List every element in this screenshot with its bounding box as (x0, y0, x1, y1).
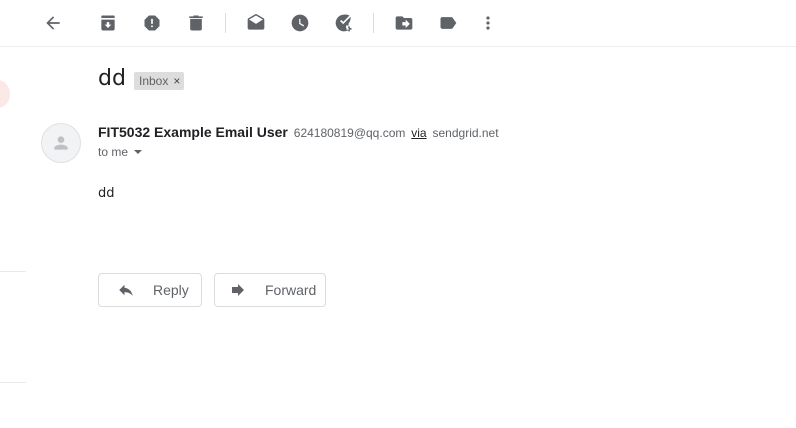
sender-email: 624180819@qq.com (293, 126, 406, 140)
archive-icon (101, 15, 115, 31)
recipient-details-toggle[interactable]: to me (98, 145, 143, 159)
email-subject: dd (98, 66, 126, 91)
toolbar-divider (225, 13, 226, 33)
forward-button[interactable]: Forward (214, 273, 326, 307)
back-button[interactable] (36, 6, 70, 40)
snooze-button[interactable] (283, 6, 317, 40)
left-panel-divider (0, 382, 26, 383)
report-spam-icon (144, 15, 160, 31)
reply-icon (119, 284, 133, 296)
move-to-icon (395, 16, 413, 30)
add-to-tasks-icon (335, 14, 352, 32)
person-icon (54, 136, 68, 150)
label-chip-text: Inbox (139, 74, 169, 88)
left-panel-divider (0, 271, 26, 272)
inbox-label-chip[interactable]: Inbox × (134, 72, 185, 90)
toolbar-divider (373, 13, 374, 33)
delete-icon (189, 15, 203, 31)
reply-label: Reply (153, 282, 189, 298)
via-link[interactable]: via (411, 126, 426, 140)
move-to-button[interactable] (387, 6, 421, 40)
via-domain: sendgrid.net (432, 126, 499, 140)
caret-down-icon (134, 150, 143, 154)
archive-button[interactable] (91, 6, 125, 40)
email-toolbar (0, 0, 796, 47)
mark-unread-icon (247, 13, 265, 30)
more-options-button[interactable] (471, 6, 505, 40)
sender-line: FIT5032 Example Email User 624180819@qq.… (98, 124, 499, 140)
report-spam-button[interactable] (135, 6, 169, 40)
forward-label: Forward (265, 282, 317, 298)
left-panel-edge (0, 80, 10, 108)
forward-icon (232, 284, 244, 296)
remove-label-icon[interactable]: × (173, 74, 180, 88)
mark-unread-button[interactable] (239, 6, 273, 40)
recipient-text: to me (98, 145, 129, 159)
label-button[interactable] (431, 6, 465, 40)
sender-avatar[interactable] (41, 123, 81, 163)
reply-button[interactable]: Reply (98, 273, 202, 307)
sender-name[interactable]: FIT5032 Example Email User (98, 124, 288, 140)
delete-button[interactable] (179, 6, 213, 40)
back-arrow-icon (46, 16, 60, 30)
label-icon (440, 17, 457, 29)
add-to-tasks-button[interactable] (327, 6, 361, 40)
email-body: dd (98, 186, 115, 201)
more-vert-icon (486, 16, 490, 30)
snooze-icon (291, 14, 309, 32)
